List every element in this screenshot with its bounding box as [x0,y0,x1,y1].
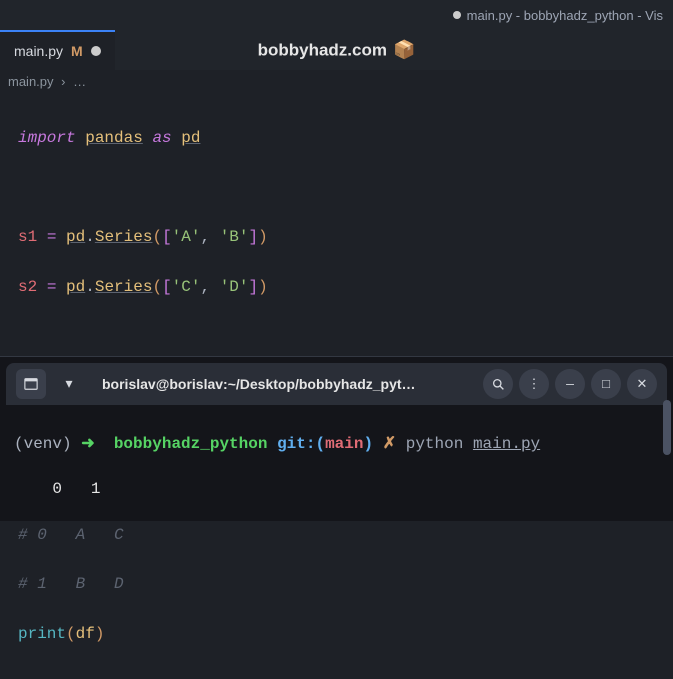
search-icon [492,378,505,391]
chevron-right-icon: › [61,74,65,89]
window-title-bar: main.py - bobbyhadz_python - Vis [0,0,673,30]
unsaved-dot-icon [453,11,461,19]
code-line [18,175,655,200]
kebab-icon: ⋮ [528,377,541,392]
maximize-button[interactable]: □ [591,369,621,399]
tab-main-py[interactable]: main.py M [0,30,115,70]
code-line: s2 = pd.Series(['C', 'D']) [18,275,655,300]
menu-button[interactable]: ⋮ [519,369,549,399]
terminal-panel: ▾ borislav@borislav:~/Desktop/bobbyhadz_… [0,356,673,521]
code-line: # 1 B D [18,572,655,597]
terminal-title: borislav@borislav:~/Desktop/bobbyhadz_py… [92,376,475,392]
unsaved-dot-icon [91,46,101,56]
cube-icon: 📦 [393,40,415,61]
tab-modified-flag: M [71,43,83,59]
close-icon: ✕ [637,377,648,392]
terminal-body[interactable]: (venv) ➜ bobbyhadz_python git:(main) ✗ p… [0,405,673,521]
search-button[interactable] [483,369,513,399]
watermark-text: bobbyhadz.com [258,40,387,60]
maximize-icon: □ [602,377,610,392]
terminal-line: 0 1 [14,478,659,500]
minimize-icon: — [566,377,574,392]
code-line: print(df) [18,622,655,647]
tab-bar: main.py M bobbyhadz.com 📦 [0,30,673,70]
scrollbar-thumb[interactable] [663,400,671,455]
code-line: # 0 A C [18,523,655,548]
dropdown-button[interactable]: ▾ [54,369,84,399]
terminal-line: (venv) ➜ bobbyhadz_python git:(main) ✗ p… [14,433,659,455]
breadcrumb-file: main.py [8,74,54,89]
watermark: bobbyhadz.com 📦 [258,40,416,61]
terminal-toolbar: ▾ borislav@borislav:~/Desktop/bobbyhadz_… [6,363,667,405]
breadcrumb[interactable]: main.py › … [0,70,673,93]
close-button[interactable]: ✕ [627,369,657,399]
minimize-button[interactable]: — [555,369,585,399]
terminal-icon [24,377,38,391]
code-line: s1 = pd.Series(['A', 'B']) [18,225,655,250]
window-title: main.py - bobbyhadz_python - Vis [467,8,663,23]
code-line [18,324,655,349]
chevron-down-icon: ▾ [65,376,72,393]
tab-filename: main.py [14,43,63,59]
breadcrumb-rest: … [73,74,86,89]
code-line: import pandas as pd [18,126,655,151]
new-tab-button[interactable] [16,369,46,399]
